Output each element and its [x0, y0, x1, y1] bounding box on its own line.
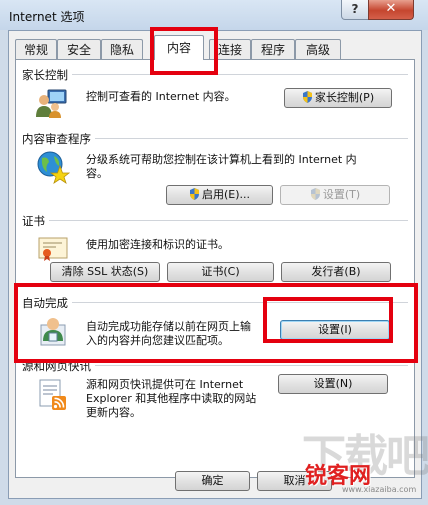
parental-controls-button-label: 家长控制(P) — [314, 91, 375, 104]
feeds-icon — [39, 379, 66, 410]
uac-shield-icon — [310, 188, 320, 200]
parental-description: 控制可查看的 Internet 内容。 — [86, 90, 236, 103]
title-bar: Internet 选项 ? ✕ — [0, 0, 428, 30]
help-button[interactable]: ? — [341, 0, 369, 20]
clear-ssl-state-button[interactable]: 清除 SSL 状态(S) — [50, 262, 160, 282]
feeds-description-line3: 更新内容。 — [86, 406, 141, 419]
tab-general[interactable]: 常规 — [15, 39, 57, 59]
close-button[interactable]: ✕ — [368, 0, 414, 20]
content-tab-panel: 家长控制 控制可查看的 Internet 内容。 家长控制(P) 内容审查程序 … — [15, 59, 415, 478]
tab-programs[interactable]: 程序 — [251, 39, 295, 59]
globe-star-icon — [37, 151, 70, 184]
tab-security[interactable]: 安全 — [57, 39, 101, 59]
watermark-url: www.xiazaiba.com — [342, 485, 417, 494]
publishers-button[interactable]: 发行者(B) — [281, 262, 391, 282]
content-advisor-settings-label: 设置(T) — [322, 188, 361, 201]
feeds-description-line1: 源和网页快讯提供可在 Internet — [86, 378, 244, 391]
parental-control-icon — [36, 89, 67, 118]
feeds-settings-button[interactable]: 设置(N) — [278, 374, 388, 394]
enable-button-label: 启用(E)... — [201, 188, 251, 201]
certificates-button[interactable]: 证书(C) — [167, 262, 274, 282]
tab-privacy[interactable]: 隐私 — [101, 39, 143, 59]
content-advisor-description-line2: 容。 — [86, 167, 108, 180]
uac-shield-icon — [189, 188, 199, 200]
content-advisor-description-line1: 分级系统可帮助您控制在该计算机上看到的 Internet 内 — [86, 153, 357, 166]
window-title: Internet 选项 — [9, 10, 85, 24]
uac-shield-icon — [302, 91, 312, 103]
content-advisor-settings-button[interactable]: 设置(T) — [280, 185, 390, 205]
parental-group-title: 家长控制 — [22, 67, 72, 83]
tab-content[interactable]: 内容 — [154, 35, 204, 60]
tab-advanced[interactable]: 高级 — [295, 39, 341, 59]
highlight-autocomplete-settings — [263, 297, 393, 343]
enable-button[interactable]: 启用(E)... — [166, 185, 273, 205]
certificate-icon — [38, 237, 68, 261]
certificates-description: 使用加密连接和标识的证书。 — [86, 238, 229, 251]
divider — [22, 220, 408, 221]
ok-button[interactable]: 确定 — [175, 471, 250, 491]
content-advisor-group-title: 内容审查程序 — [22, 131, 95, 147]
parental-controls-button[interactable]: 家长控制(P) — [284, 88, 392, 108]
feeds-description-line2: Explorer 和其他程序中读取的网站 — [86, 392, 257, 405]
certificates-group-title: 证书 — [22, 213, 49, 229]
